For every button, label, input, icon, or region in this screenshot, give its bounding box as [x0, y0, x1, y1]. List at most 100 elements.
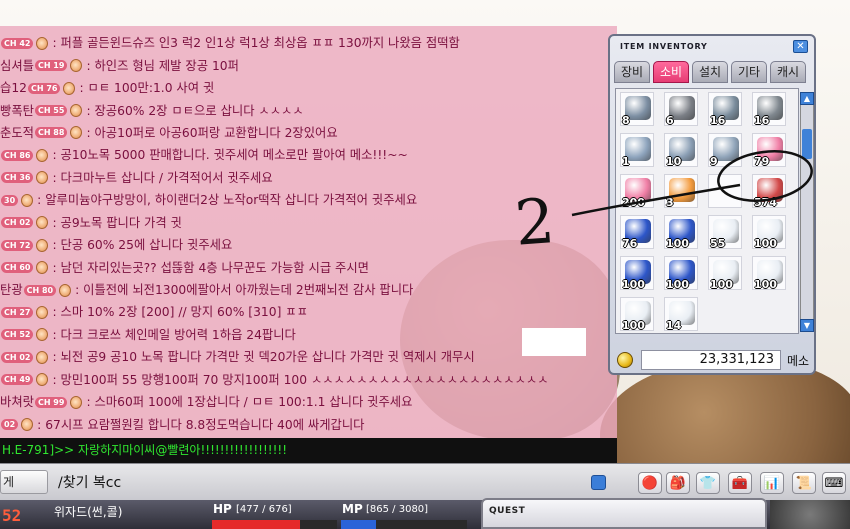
- chat-line: CH 72: 단공 60% 25에 삽니다 귓주세요: [0, 234, 617, 256]
- inventory-slot[interactable]: 100: [664, 256, 698, 291]
- chat-line: 02: 67시프 요람쩔원킬 합니다 8.8정도먹습니다 40에 싸게갑니다: [0, 413, 617, 435]
- chat-log[interactable]: CH 42: 퍼플 골든윈드슈즈 인3 럭2 인1상 럭1상 최상옵 ㅍㅍ 13…: [0, 26, 617, 454]
- inventory-slot[interactable]: 200: [620, 174, 654, 209]
- inventory-slot[interactable]: 100: [620, 297, 654, 332]
- scroll-up-icon[interactable]: ▲: [800, 92, 814, 105]
- chat-input[interactable]: [52, 470, 612, 494]
- inventory-slot[interactable]: [708, 174, 742, 208]
- speaker-name[interactable]: 탄광: [0, 279, 23, 301]
- inventory-slot[interactable]: 100: [752, 215, 786, 250]
- speaker-name[interactable]: 춘도적: [0, 122, 34, 144]
- item-quantity: 10: [666, 155, 682, 168]
- channel-badge: CH 60: [1, 262, 34, 274]
- meso-row: 23,331,123 메소: [617, 349, 813, 371]
- speaker-name[interactable]: 빵폭탄: [0, 100, 34, 122]
- chat-message: : 다크 크로쓰 체인메일 방어력 1하읍 24팝니다: [52, 327, 296, 342]
- chat-line: 춘도적 CH 88 : 아공10퍼로 아공60퍼랑 교환합니다 2장있어요: [0, 122, 617, 144]
- channel-badge: CH 88: [34, 127, 68, 139]
- inventory-slot[interactable]: 1: [620, 133, 654, 168]
- chat-message: : 단공 60% 25에 삽니다 귓주세요: [52, 238, 233, 253]
- megaphone-ear-icon: [36, 373, 49, 387]
- scroll-thumb[interactable]: [802, 129, 812, 159]
- mp-bar: [341, 520, 467, 529]
- meso-coin-icon: [617, 352, 633, 368]
- inventory-slot[interactable]: 100: [664, 215, 698, 250]
- item-quantity: 55: [710, 237, 726, 250]
- chat-line: 습12 CH 76: ㅁㅌ 100만:1.0 사여 귓: [0, 77, 617, 99]
- megaphone-ear-icon: [21, 418, 34, 432]
- speaker-name[interactable]: 심셔틀: [0, 55, 34, 77]
- tab-3[interactable]: 기타: [731, 61, 767, 83]
- item-quantity: 100: [710, 278, 733, 291]
- megaphone-ear-icon: [70, 59, 83, 73]
- channel-badge: CH 86: [1, 149, 34, 161]
- chat-line: CH 86: 공10노목 5000 판매합니다. 귓주세여 메소로만 팔아여 메…: [0, 144, 617, 166]
- item-quantity: 16: [754, 114, 770, 127]
- chat-line: CH 49: 망민100퍼 55 망행100퍼 70 망지100퍼 100 ㅅㅅ…: [0, 369, 617, 391]
- inventory-slot[interactable]: 100: [620, 256, 654, 291]
- inventory-slot[interactable]: 100: [708, 256, 742, 291]
- cash-shop-icon[interactable]: 🔴: [638, 472, 662, 494]
- inventory-tabs: 장비 소비 설치 기타 캐시: [614, 61, 814, 84]
- inventory-slot[interactable]: 10: [664, 133, 698, 168]
- scroll-down-icon[interactable]: ▼: [800, 319, 814, 332]
- equip-icon[interactable]: 👕: [696, 472, 720, 494]
- meso-label: 메소: [787, 354, 810, 368]
- chat-toggle-button[interactable]: [591, 475, 606, 490]
- keyconfig-icon[interactable]: ⌨: [822, 472, 846, 494]
- item-quantity: 100: [622, 319, 645, 332]
- item-quantity: 9: [710, 155, 718, 168]
- speaker-name[interactable]: 습12: [0, 77, 27, 99]
- blank-patch: [522, 328, 586, 356]
- inventory-slot[interactable]: 6: [664, 92, 698, 127]
- chat-message: : 남던 자리있는곳?? 섭뜮함 4층 나무꾼도 가능함 시급 주시면: [52, 260, 369, 275]
- megaphone-ear-icon: [36, 171, 49, 185]
- close-icon[interactable]: ✕: [793, 40, 808, 53]
- chat-line: CH 60 : 남던 자리있는곳?? 섭뜮함 4층 나무꾼도 가능함 시급 주시면: [0, 256, 617, 278]
- inventory-slot[interactable]: 76: [620, 215, 654, 250]
- inventory-scrollbar[interactable]: ▲ ▼: [800, 92, 814, 332]
- quest-window[interactable]: QUEST: [481, 498, 767, 529]
- item-quantity: 76: [622, 237, 638, 250]
- channel-badge: CH 02: [1, 351, 34, 363]
- hp-label: HP: [213, 502, 232, 516]
- inventory-slot[interactable]: 16: [752, 92, 786, 127]
- inventory-slot[interactable]: 100: [752, 256, 786, 291]
- speaker-name[interactable]: 바쳐랏: [0, 391, 34, 413]
- skill-icon[interactable]: 📜: [792, 472, 816, 494]
- tab-0[interactable]: 장비: [614, 61, 650, 83]
- inventory-icon[interactable]: 🧰: [728, 472, 752, 494]
- job-name: 위자드(썬,콜): [54, 505, 123, 519]
- inventory-slot[interactable]: 79: [752, 133, 786, 168]
- chat-message: : 하인즈 형님 제발 장공 10퍼: [86, 58, 239, 73]
- inventory-slot[interactable]: 9: [708, 133, 742, 168]
- trade-icon[interactable]: 🎒: [666, 472, 690, 494]
- inventory-slot[interactable]: 8: [620, 92, 654, 127]
- chat-message: : 아공10퍼로 아공60퍼랑 교환합니다 2장있어요: [86, 125, 338, 140]
- chat-line: 바쳐랏 CH 99: 스마60퍼 100에 1장삽니다 / ㅁㅌ 100:1.1 …: [0, 391, 617, 413]
- item-quantity: 200: [622, 196, 645, 209]
- tab-2[interactable]: 설치: [692, 61, 728, 83]
- chat-target-selector[interactable]: 게: [0, 470, 48, 494]
- channel-badge: CH 27: [1, 306, 34, 318]
- hp-bar-fill: [212, 520, 301, 529]
- item-quantity: 3: [666, 196, 674, 209]
- item-inventory-window[interactable]: ITEM INVENTORY ✕ 장비 소비 설치 기타 캐시 8 6 16 16 1 10 9 79…: [608, 34, 816, 375]
- inventory-slot[interactable]: 14: [664, 297, 698, 332]
- megaphone-ear-icon: [36, 148, 49, 162]
- inventory-slot[interactable]: 3: [664, 174, 698, 209]
- mp-label: MP: [342, 502, 363, 516]
- inventory-slot[interactable]: 574: [752, 174, 786, 209]
- tab-4[interactable]: 캐시: [770, 61, 806, 83]
- hp-bar: [212, 520, 337, 529]
- item-quantity: 100: [622, 278, 645, 291]
- item-quantity: 14: [666, 319, 682, 332]
- inventory-slot[interactable]: 16: [708, 92, 742, 127]
- chat-line: 30: 알루미늄야구방망이, 하이랜더2상 노작or떡작 삽니다 가격적어 귓주…: [0, 189, 617, 211]
- stats-icon[interactable]: 📊: [760, 472, 784, 494]
- chat-line: CH 36: 다크마누트 삽니다 / 가격적어서 귓주세요: [0, 167, 617, 189]
- inventory-slot[interactable]: 55: [708, 215, 742, 250]
- hp-value: [477 / 676]: [236, 504, 292, 515]
- tab-1[interactable]: 소비: [653, 61, 689, 83]
- chat-line: CH 27: 스마 10% 2장 [200] // 망지 60% [310] ㅍ…: [0, 301, 617, 323]
